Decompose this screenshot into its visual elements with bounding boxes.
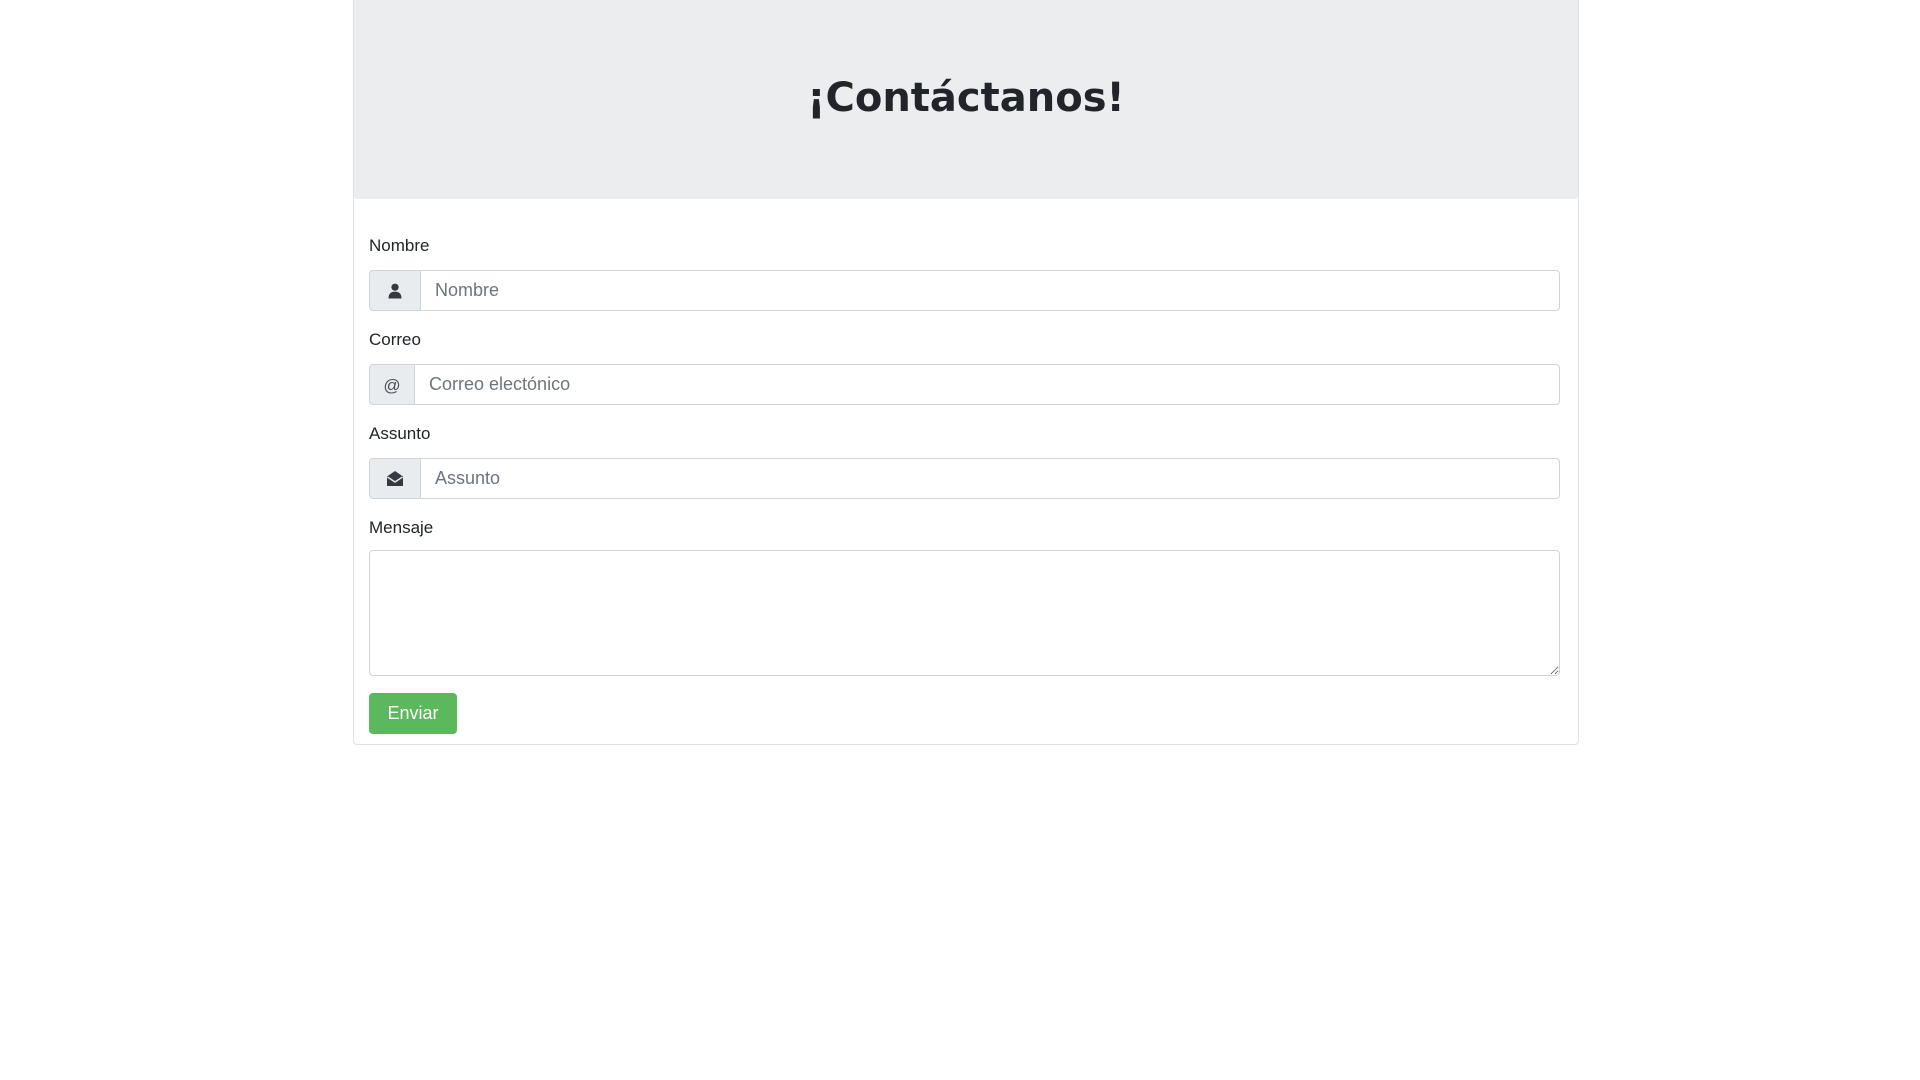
contact-card: ¡Contáctanos! Nombre Correo @ Assunto [353, 0, 1579, 745]
email-input-group: @ [369, 364, 1560, 405]
name-label: Nombre [369, 236, 430, 255]
subject-label: Assunto [369, 424, 431, 443]
at-icon: @ [369, 364, 414, 405]
subject-input[interactable] [420, 458, 1560, 499]
at-symbol: @ [383, 375, 401, 395]
email-label: Correo [369, 330, 421, 349]
subject-input-group [369, 458, 1560, 499]
name-input[interactable] [420, 270, 1560, 311]
user-icon [369, 270, 420, 311]
message-label: Mensaje [369, 518, 434, 537]
submit-button[interactable]: Enviar [369, 693, 457, 734]
email-input[interactable] [414, 364, 1560, 405]
page-title: ¡Contáctanos! [807, 74, 1125, 121]
message-textarea[interactable] [369, 550, 1560, 676]
envelope-open-icon [369, 458, 420, 499]
name-input-group [369, 270, 1560, 311]
header-banner: ¡Contáctanos! [354, 0, 1578, 199]
